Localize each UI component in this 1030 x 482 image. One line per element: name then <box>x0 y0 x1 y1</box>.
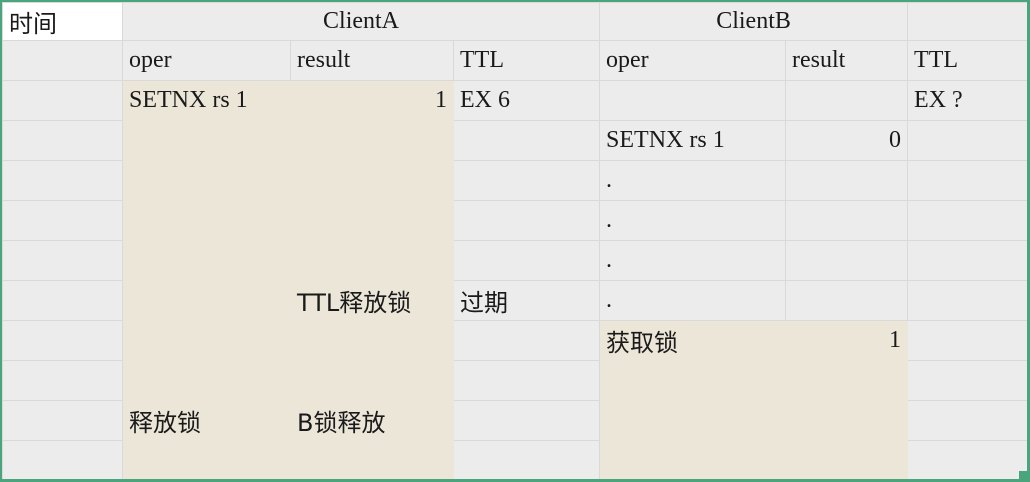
client-b-dot-cell[interactable]: . <box>599 280 787 321</box>
table-row: SETNX rs 1 1 EX 6 EX ? <box>2 80 1027 121</box>
table-cell[interactable] <box>785 200 909 241</box>
table-row: TTL释放锁 过期 . <box>2 280 1027 321</box>
table-cell[interactable] <box>785 280 909 321</box>
table-cell[interactable] <box>907 200 1027 241</box>
client-a-oper-cell[interactable]: SETNX rs 1 <box>122 80 291 121</box>
table-cell[interactable] <box>122 440 291 479</box>
table-cell[interactable] <box>2 160 123 201</box>
table-cell[interactable] <box>290 360 454 401</box>
table-cell[interactable] <box>785 160 909 201</box>
table-cell[interactable] <box>452 320 601 361</box>
table-cell[interactable] <box>599 360 787 401</box>
client-a-expired-cell[interactable]: 过期 <box>452 280 601 321</box>
client-b-oper-header[interactable]: oper <box>599 40 787 81</box>
table-cell[interactable] <box>2 240 123 281</box>
table-row: SETNX rs 1 0 <box>2 120 1027 161</box>
client-b-acquire-cell[interactable]: 获取锁 <box>599 320 787 361</box>
table-cell[interactable] <box>122 120 291 161</box>
table-row: . <box>2 200 1027 241</box>
table-row: . <box>2 160 1027 201</box>
table-row: oper result TTL oper result TTL <box>2 40 1027 81</box>
client-b-dot-cell[interactable]: . <box>599 160 787 201</box>
table-cell[interactable] <box>122 280 291 321</box>
table-cell[interactable] <box>290 200 454 241</box>
client-a-result-header[interactable]: result <box>290 40 454 81</box>
client-a-oper-header[interactable]: oper <box>122 40 291 81</box>
client-a-ttl-header[interactable]: TTL <box>452 40 601 81</box>
table-cell[interactable] <box>452 120 601 161</box>
table-cell[interactable] <box>290 120 454 161</box>
client-a-result-cell[interactable]: 1 <box>290 80 454 121</box>
client-a-release-cell[interactable]: 释放锁 <box>122 400 291 441</box>
table-row: 释放锁 B锁释放 <box>2 400 1027 441</box>
table-cell[interactable] <box>2 440 123 479</box>
table-row: . <box>2 240 1027 281</box>
table-cell[interactable] <box>2 280 123 321</box>
client-b-result-header[interactable]: result <box>785 40 909 81</box>
table-cell[interactable] <box>785 240 909 281</box>
table-cell[interactable] <box>907 360 1027 401</box>
client-a-ttl-cell[interactable]: EX 6 <box>452 80 601 121</box>
table-row: 时间 ClientA ClientB <box>2 2 1027 41</box>
table-cell[interactable] <box>290 320 454 361</box>
table-cell[interactable] <box>452 440 601 479</box>
client-b-result-cell[interactable]: 0 <box>785 120 909 161</box>
table-cell[interactable] <box>122 360 291 401</box>
table-cell[interactable] <box>452 160 601 201</box>
table-row <box>2 440 1027 479</box>
table-cell[interactable] <box>785 360 909 401</box>
table-cell[interactable] <box>2 200 123 241</box>
table-cell[interactable] <box>2 120 123 161</box>
client-b-dot-cell[interactable]: . <box>599 200 787 241</box>
table-cell[interactable] <box>2 400 123 441</box>
table-cell[interactable] <box>2 80 123 121</box>
time-header-cell[interactable]: 时间 <box>2 2 123 41</box>
client-b-oper-cell[interactable]: SETNX rs 1 <box>599 120 787 161</box>
table-cell[interactable] <box>907 160 1027 201</box>
table-cell[interactable] <box>452 400 601 441</box>
table-cell[interactable] <box>785 400 909 441</box>
table-cell[interactable] <box>122 240 291 281</box>
client-b-ttl-header[interactable]: TTL <box>907 40 1027 81</box>
table-cell[interactable] <box>290 160 454 201</box>
table-cell[interactable] <box>452 360 601 401</box>
table-cell[interactable] <box>599 400 787 441</box>
table-cell[interactable] <box>785 80 909 121</box>
table-cell[interactable] <box>122 320 291 361</box>
table-cell[interactable] <box>907 320 1027 361</box>
table-cell[interactable] <box>122 160 291 201</box>
table-cell[interactable] <box>2 40 123 81</box>
client-a-header[interactable]: ClientA <box>121 2 601 41</box>
client-b-acquire-result-cell[interactable]: 1 <box>785 320 909 361</box>
table-cell[interactable] <box>2 320 123 361</box>
spreadsheet[interactable]: 时间 ClientA ClientB oper result TTL oper … <box>0 0 1030 482</box>
table-cell[interactable] <box>907 440 1027 479</box>
table-row: 获取锁 1 <box>2 320 1027 361</box>
table-cell[interactable] <box>599 80 787 121</box>
client-a-b-release-cell[interactable]: B锁释放 <box>290 400 454 441</box>
selection-fill-handle[interactable] <box>1019 471 1027 479</box>
table-cell[interactable] <box>599 440 787 479</box>
table-cell[interactable] <box>907 240 1027 281</box>
table-cell[interactable] <box>452 240 601 281</box>
table-cell[interactable] <box>907 400 1027 441</box>
client-a-ttl-release-cell[interactable]: TTL释放锁 <box>290 280 454 321</box>
table-cell[interactable] <box>907 120 1027 161</box>
table-row <box>2 360 1027 401</box>
table-cell[interactable] <box>907 2 1027 41</box>
table-cell[interactable] <box>290 240 454 281</box>
client-b-dot-cell[interactable]: . <box>599 240 787 281</box>
lock-timeline-table: 时间 ClientA ClientB oper result TTL oper … <box>2 2 1027 479</box>
table-cell[interactable] <box>785 440 909 479</box>
client-b-ttl-cell[interactable]: EX ? <box>907 80 1027 121</box>
table-cell[interactable] <box>122 200 291 241</box>
table-cell[interactable] <box>290 440 454 479</box>
table-cell[interactable] <box>907 280 1027 321</box>
client-b-header[interactable]: ClientB <box>599 2 909 41</box>
table-cell[interactable] <box>2 360 123 401</box>
table-cell[interactable] <box>452 200 601 241</box>
